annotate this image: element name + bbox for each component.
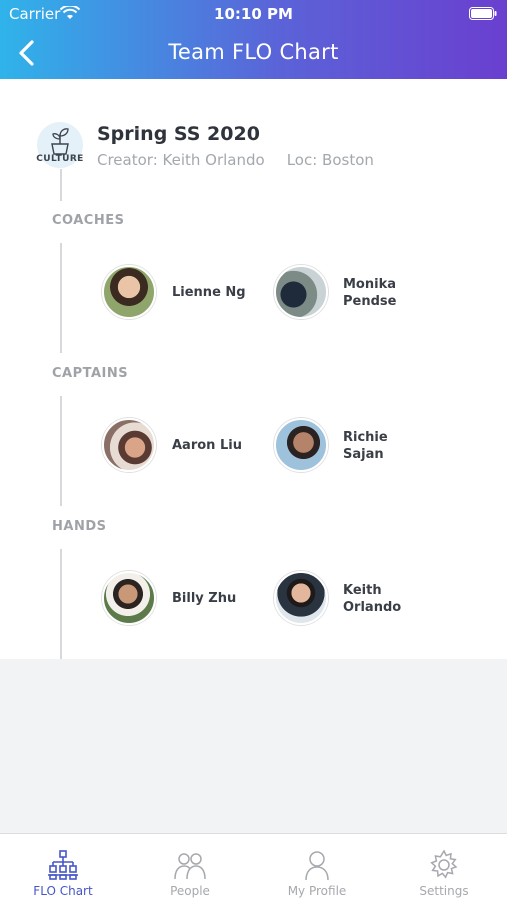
team-creator: Creator: Keith Orlando bbox=[97, 151, 265, 169]
connector-line bbox=[60, 549, 62, 659]
team-location: Loc: Boston bbox=[286, 151, 374, 169]
avatar[interactable] bbox=[102, 265, 156, 319]
tab-label: Settings bbox=[419, 884, 469, 898]
tab-my-profile[interactable]: My Profile bbox=[254, 834, 380, 900]
tab-settings[interactable]: Settings bbox=[381, 834, 507, 900]
connector-line bbox=[60, 243, 62, 353]
tab-label: FLO Chart bbox=[33, 884, 93, 898]
avatar[interactable] bbox=[274, 265, 328, 319]
section-label-coaches: COACHES bbox=[52, 213, 125, 228]
team-name: Spring SS 2020 bbox=[97, 123, 260, 145]
person-name[interactable]: Aaron Liu bbox=[172, 437, 252, 454]
tab-label: My Profile bbox=[287, 884, 347, 898]
person-name[interactable]: Monika Pendse bbox=[343, 276, 423, 310]
person-name[interactable]: Keith Orlando bbox=[343, 582, 423, 616]
gear-icon bbox=[430, 849, 458, 879]
connector-line bbox=[60, 396, 62, 506]
avatar[interactable] bbox=[102, 571, 156, 625]
avatar[interactable] bbox=[274, 418, 328, 472]
navigation-header: Carrier 10:10 PM Team FLO Chart bbox=[0, 0, 507, 79]
culture-logo-label: CULTURE bbox=[36, 154, 84, 164]
connector-line bbox=[60, 169, 62, 201]
flo-chart-content: CULTURE Spring SS 2020 Creator: Keith Or… bbox=[0, 79, 507, 659]
tab-label: People bbox=[170, 884, 210, 898]
tab-bar: FLO Chart People My Profile Settings bbox=[0, 833, 507, 900]
person-name[interactable]: Billy Zhu bbox=[172, 590, 252, 607]
status-bar: Carrier 10:10 PM bbox=[0, 0, 507, 28]
status-time: 10:10 PM bbox=[214, 5, 293, 23]
avatar[interactable] bbox=[102, 418, 156, 472]
tab-flo-chart[interactable]: FLO Chart bbox=[0, 834, 126, 900]
team-meta: Creator: Keith Orlando Loc: Boston bbox=[97, 151, 374, 169]
profile-icon bbox=[305, 851, 329, 881]
section-label-captains: CAPTAINS bbox=[52, 366, 129, 381]
section-label-hands: HANDS bbox=[52, 519, 107, 534]
org-chart-icon bbox=[48, 850, 78, 880]
person-name[interactable]: Lienne Ng bbox=[172, 284, 252, 301]
people-icon bbox=[174, 853, 206, 880]
battery-icon bbox=[469, 7, 497, 20]
tab-people[interactable]: People bbox=[127, 834, 253, 900]
person-name[interactable]: Richie Sajan bbox=[343, 429, 423, 463]
avatar[interactable] bbox=[274, 571, 328, 625]
page-title: Team FLO Chart bbox=[168, 40, 339, 64]
